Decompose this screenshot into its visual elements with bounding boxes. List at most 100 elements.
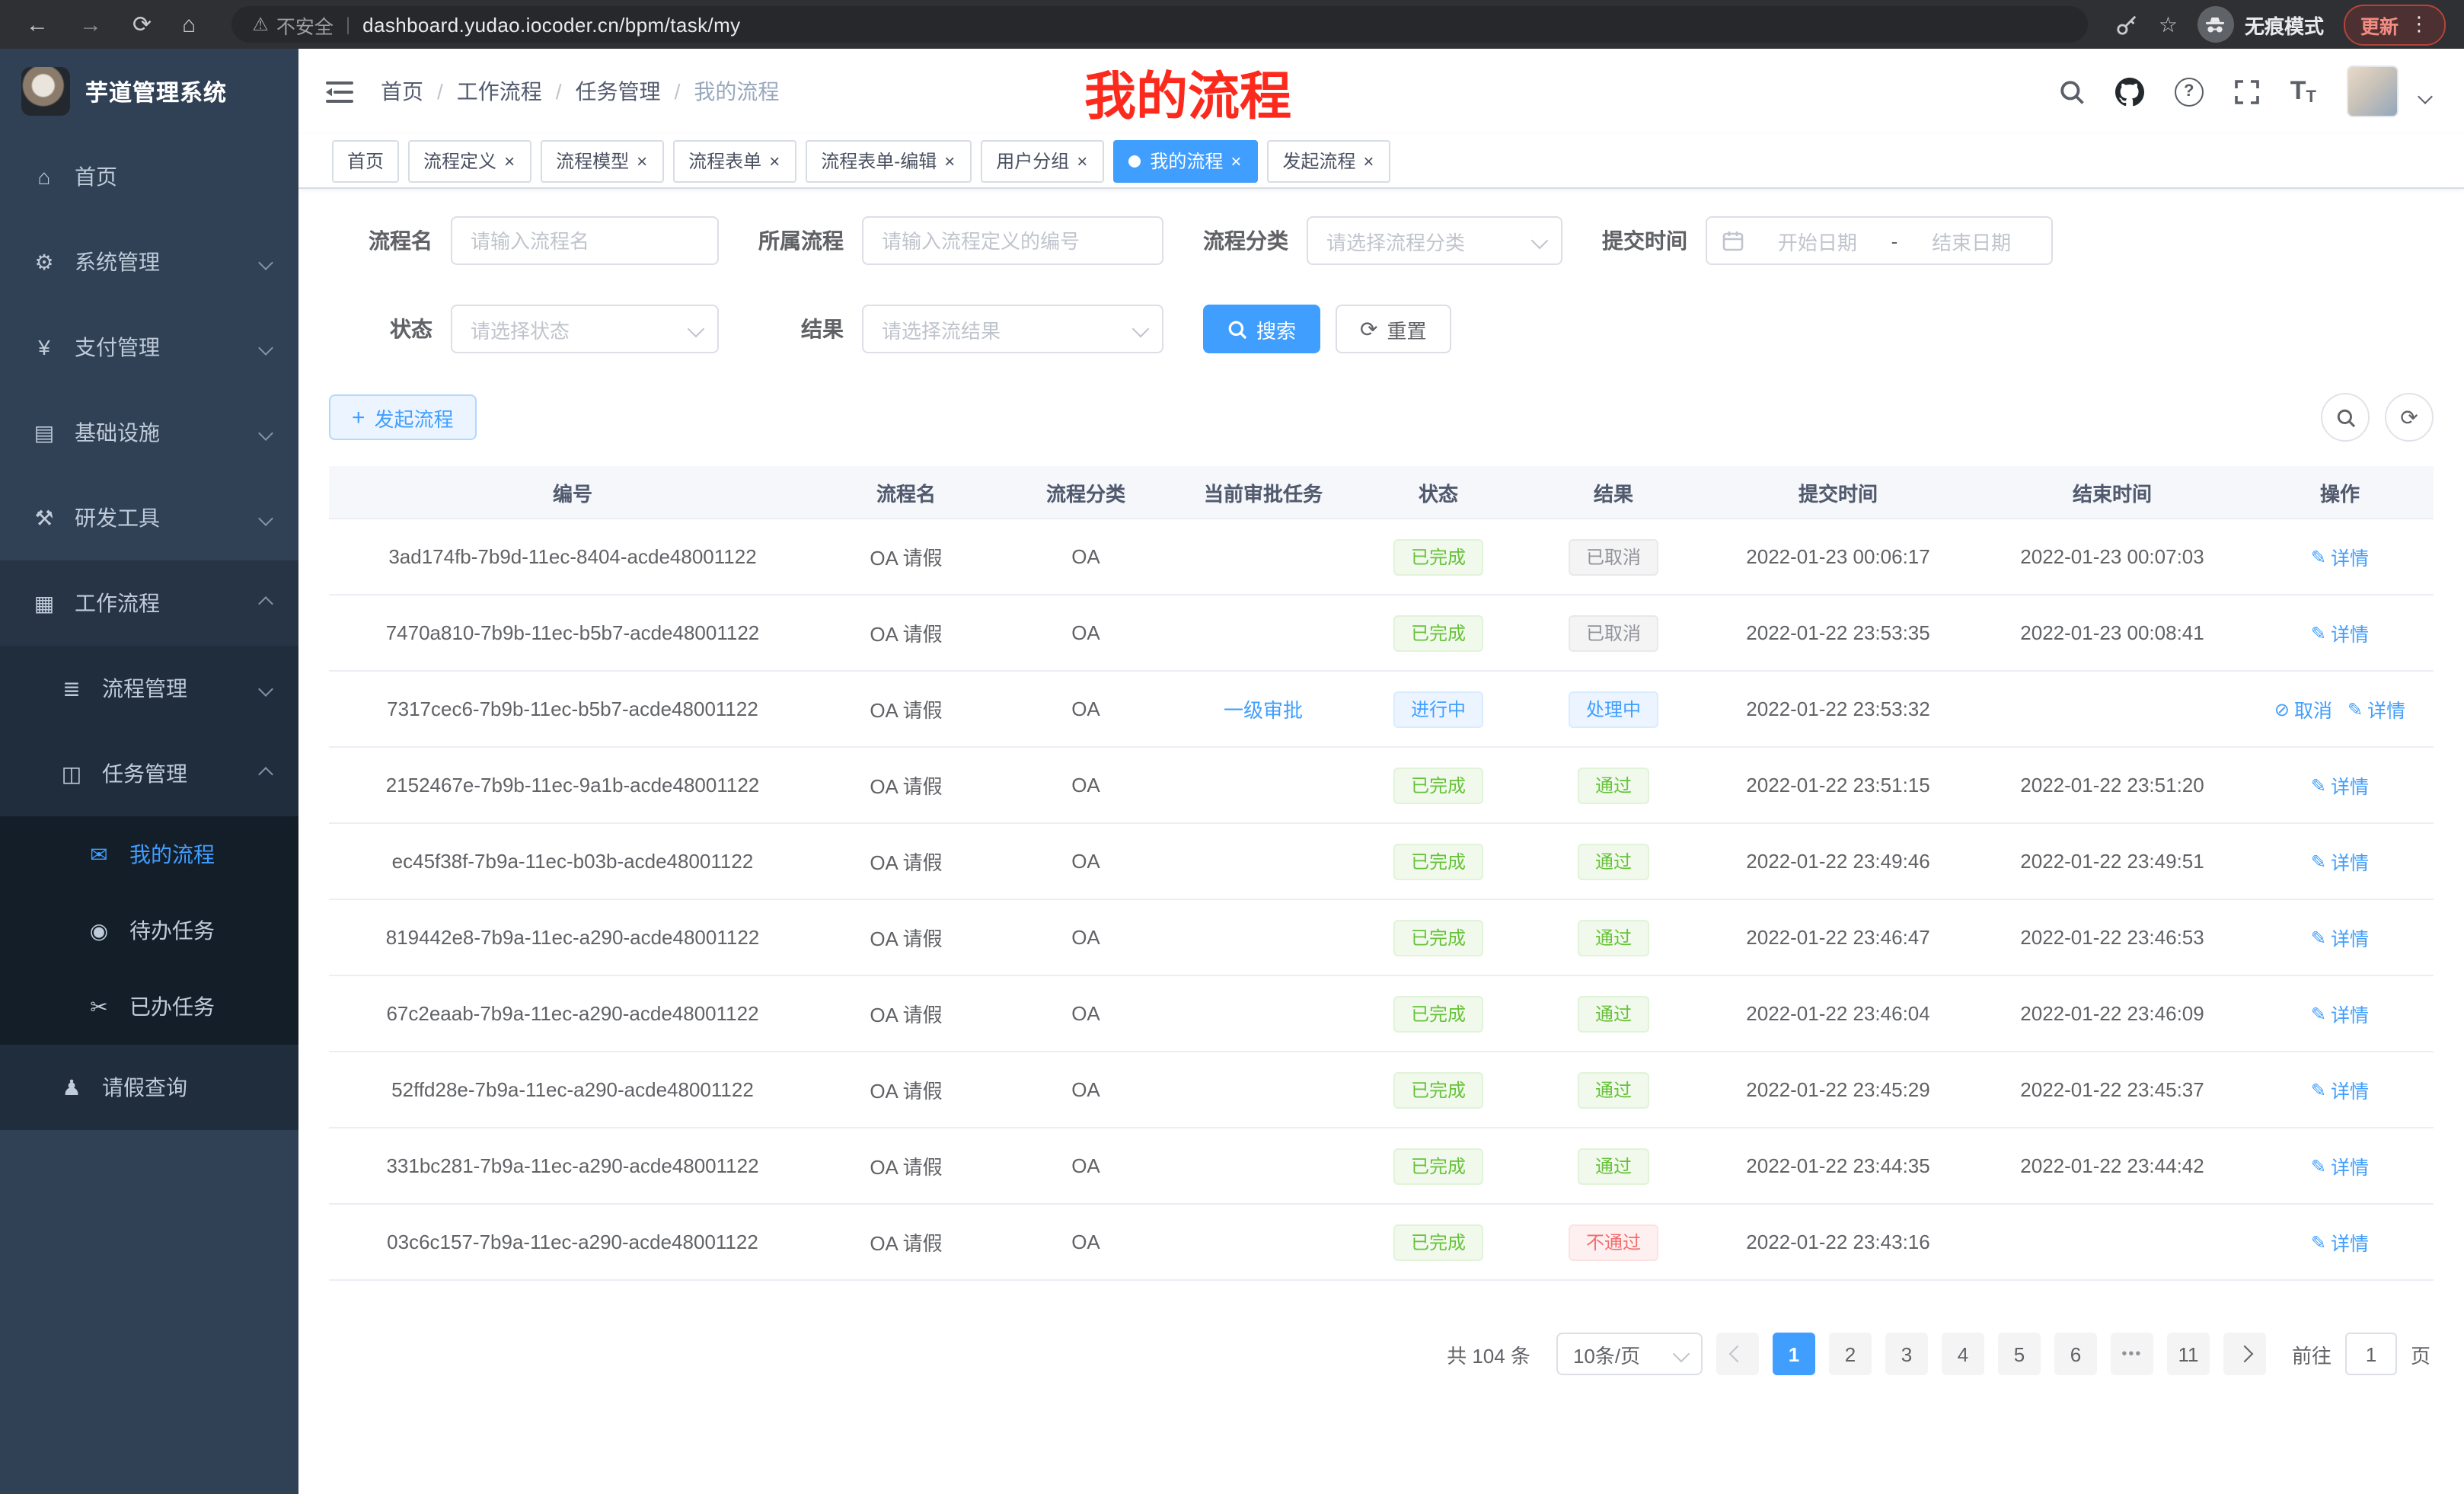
tab-process-definition[interactable]: 流程定义 ×: [408, 139, 531, 182]
detail-link[interactable]: 详情: [2311, 618, 2369, 647]
cell-process-name: OA 请假: [816, 672, 996, 746]
browser-update-button[interactable]: 更新 ⋮: [2344, 4, 2446, 45]
detail-link[interactable]: 详情: [2311, 1151, 2369, 1180]
refresh-table-button[interactable]: ⟳: [2385, 393, 2434, 442]
sidebar-menu: ⌂ 首页 ⚙ 系统管理 ¥ 支付管理: [0, 134, 298, 1494]
status-tag: 已完成: [1394, 995, 1483, 1032]
help-icon[interactable]: ?: [2175, 77, 2204, 106]
password-key-icon[interactable]: [2116, 13, 2139, 36]
detail-link[interactable]: 详情: [2311, 1227, 2369, 1256]
sidebar-item-process-management[interactable]: ≣ 流程管理: [0, 646, 298, 731]
sidebar-item-devtools[interactable]: ⚒ 研发工具: [0, 475, 298, 560]
sidebar-item-task-management[interactable]: ◫ 任务管理: [0, 731, 298, 816]
cancel-link[interactable]: 取消: [2274, 694, 2332, 723]
detail-link[interactable]: 详情: [2311, 771, 2369, 800]
detail-link[interactable]: 详情: [2311, 542, 2369, 571]
address-bar[interactable]: ⚠ 不安全 | dashboard.yudao.iocoder.cn/bpm/t…: [231, 6, 2089, 43]
page-button[interactable]: 1: [1773, 1333, 1815, 1375]
tab-my-process[interactable]: 我的流程 ×: [1113, 139, 1258, 182]
bookmark-star-icon[interactable]: ☆: [2159, 11, 2178, 37]
sidebar-item-home[interactable]: ⌂ 首页: [0, 134, 298, 219]
tab-process-form[interactable]: 流程表单 ×: [673, 139, 796, 182]
submit-time-range[interactable]: 开始日期 - 结束日期: [1706, 216, 2053, 265]
filter-label-status: 状态: [353, 314, 451, 344]
result-select[interactable]: 请选择流结果: [862, 305, 1163, 353]
sidebar-item-leave-query[interactable]: ♟ 请假查询: [0, 1045, 298, 1130]
page-button[interactable]: •••: [2111, 1333, 2153, 1375]
security-warning[interactable]: ⚠ 不安全: [252, 10, 334, 39]
detail-link[interactable]: 详情: [2311, 1075, 2369, 1104]
page-button[interactable]: 6: [2054, 1333, 2097, 1375]
breadcrumb-item[interactable]: 首页: [381, 76, 457, 107]
toggle-search-button[interactable]: [2321, 393, 2370, 442]
sidebar-item-payment[interactable]: ¥ 支付管理: [0, 305, 298, 390]
security-warning-label: 不安全: [276, 10, 334, 39]
tab-process-form-edit[interactable]: 流程表单-编辑 ×: [806, 139, 972, 182]
breadcrumb-item[interactable]: 我的流程: [694, 76, 779, 107]
search-button[interactable]: 搜索: [1203, 305, 1320, 353]
close-icon[interactable]: ×: [1229, 150, 1243, 171]
hamburger-icon[interactable]: [326, 80, 353, 103]
sidebar-item-done-tasks[interactable]: ✂ 已办任务: [0, 969, 298, 1045]
sidebar-item-system[interactable]: ⚙ 系统管理: [0, 219, 298, 305]
page-button[interactable]: 4: [1942, 1333, 1984, 1375]
page-size-select[interactable]: 10条/页: [1556, 1333, 1703, 1375]
prev-page-button[interactable]: [1716, 1333, 1759, 1375]
breadcrumb-item[interactable]: 工作流程: [457, 76, 576, 107]
page-button[interactable]: 11: [2167, 1333, 2210, 1375]
create-process-button[interactable]: + 发起流程: [329, 394, 477, 440]
annotation-text: 我的流程: [1084, 55, 1291, 129]
process-definition-input[interactable]: [862, 216, 1163, 265]
browser-actions: ☆ 无痕模式 更新 ⋮: [2116, 4, 2446, 45]
status-select[interactable]: 请选择状态: [451, 305, 719, 353]
tab-process-model[interactable]: 流程模型 ×: [541, 139, 664, 182]
fullscreen-icon[interactable]: [2234, 78, 2260, 104]
close-icon[interactable]: ×: [1361, 150, 1375, 171]
breadcrumb-item[interactable]: 任务管理: [576, 76, 694, 107]
reset-button[interactable]: ⟳ 重置: [1336, 305, 1451, 353]
close-icon[interactable]: ×: [635, 150, 649, 171]
detail-link[interactable]: 详情: [2348, 694, 2405, 723]
sidebar-item-my-process[interactable]: ✉ 我的流程: [0, 816, 298, 892]
sidebar-item-infrastructure[interactable]: ▤ 基础设施: [0, 390, 298, 475]
menu-item-label: 系统管理: [75, 247, 160, 277]
browser-back-icon[interactable]: ←: [18, 13, 56, 36]
github-icon[interactable]: [2115, 77, 2144, 106]
goto-page-input[interactable]: [2345, 1333, 2397, 1375]
app-logo[interactable]: 芋道管理系统: [0, 49, 298, 134]
search-icon[interactable]: [2059, 78, 2085, 104]
user-avatar[interactable]: [2347, 65, 2399, 117]
close-icon[interactable]: ×: [1075, 150, 1089, 171]
browser-forward-icon[interactable]: →: [72, 13, 110, 36]
close-icon[interactable]: ×: [503, 150, 516, 171]
tab-start-process[interactable]: 发起流程 ×: [1267, 139, 1390, 182]
tab-user-group[interactable]: 用户分组 ×: [981, 139, 1104, 182]
page-button[interactable]: 5: [1998, 1333, 2041, 1375]
cell-category: OA: [996, 519, 1176, 594]
process-name-input[interactable]: [451, 216, 719, 265]
close-icon[interactable]: ×: [768, 150, 781, 171]
next-page-button[interactable]: [2223, 1333, 2266, 1375]
font-size-icon[interactable]: TT: [2290, 76, 2316, 107]
browser-home-icon[interactable]: ⌂: [174, 13, 203, 36]
status-tag: 已完成: [1394, 919, 1483, 956]
category-select[interactable]: 请选择流程分类: [1307, 216, 1562, 265]
cell-id: 7317cec6-7b9b-11ec-b5b7-acde48001122: [329, 672, 816, 746]
detail-link[interactable]: 详情: [2311, 999, 2369, 1028]
sidebar-item-workflow[interactable]: ▦ 工作流程: [0, 560, 298, 646]
detail-link[interactable]: 详情: [2311, 923, 2369, 952]
browser-menu-icon[interactable]: ⋮: [2409, 12, 2429, 37]
page-button[interactable]: 2: [1829, 1333, 1872, 1375]
menu-item-label: 待办任务: [129, 915, 215, 946]
cell-id: ec45f38f-7b9a-11ec-b03b-acde48001122: [329, 824, 816, 899]
close-icon[interactable]: ×: [943, 150, 956, 171]
tab-home[interactable]: 首页 ×: [332, 139, 399, 182]
page-button[interactable]: 3: [1885, 1333, 1928, 1375]
detail-link[interactable]: 详情: [2311, 847, 2369, 876]
cell-process-name: OA 请假: [816, 1052, 996, 1127]
browser-reload-icon[interactable]: ⟳: [125, 13, 159, 36]
tab-label: 流程模型: [556, 148, 629, 174]
current-task-link[interactable]: 一级审批: [1224, 694, 1303, 723]
chevron-down-icon: [1531, 232, 1549, 250]
sidebar-item-todo-tasks[interactable]: ◉ 待办任务: [0, 892, 298, 969]
